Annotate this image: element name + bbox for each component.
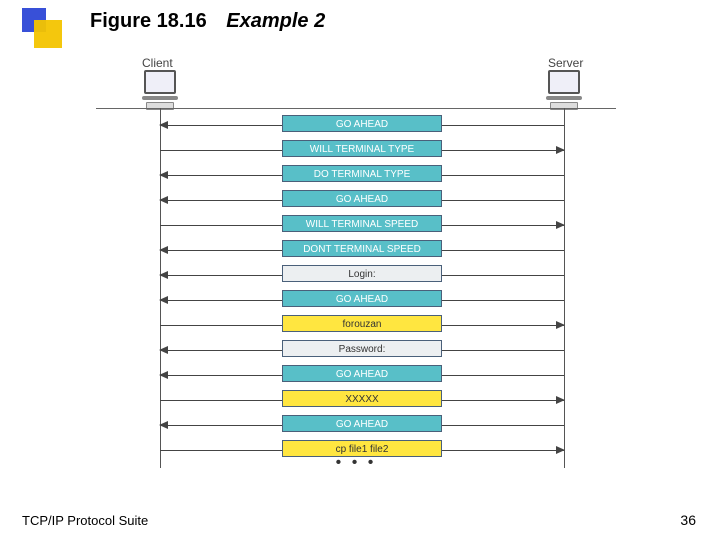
arrow-left-icon [159,371,168,379]
message-row: WILL TERMINAL TYPE [160,139,564,160]
message-row: GO AHEAD [160,189,564,210]
message-box: WILL TERMINAL TYPE [282,140,442,157]
arrow-right-icon [556,396,565,404]
page-number: 36 [680,512,696,528]
arrow-left-icon [159,296,168,304]
message-row: WILL TERMINAL SPEED [160,214,564,235]
top-baseline [96,108,616,109]
message-box: GO AHEAD [282,365,442,382]
message-row: DONT TERMINAL SPEED [160,239,564,260]
arrow-left-icon [159,246,168,254]
server-lifeline [564,108,565,468]
message-row: XXXXX [160,389,564,410]
arrow-left-icon [159,346,168,354]
arrow-left-icon [159,421,168,429]
ellipsis-dots: • • • [96,454,616,472]
arrow-right-icon [556,321,565,329]
message-row: forouzan [160,314,564,335]
message-box: GO AHEAD [282,115,442,132]
arrow-right-icon [556,221,565,229]
server-computer-icon [544,70,584,110]
message-box: GO AHEAD [282,415,442,432]
client-computer-icon [140,70,180,110]
corner-logo [22,8,68,54]
message-row: DO TERMINAL TYPE [160,164,564,185]
server-label: Server [548,56,583,70]
message-box: Password: [282,340,442,357]
message-row: GO AHEAD [160,364,564,385]
message-box: XXXXX [282,390,442,407]
slide: Figure 18.16 Example 2 Client Server GO … [0,0,720,540]
message-box: Login: [282,265,442,282]
arrow-left-icon [159,196,168,204]
message-list: GO AHEAD WILL TERMINAL TYPE DO TERMINAL TY… [160,114,564,464]
message-box: forouzan [282,315,442,332]
message-row: Login: [160,264,564,285]
footer-text: TCP/IP Protocol Suite [22,513,148,528]
figure-title: Figure 18.16 Example 2 [90,10,325,33]
arrow-left-icon [159,271,168,279]
message-row: GO AHEAD [160,114,564,135]
message-box: GO AHEAD [282,290,442,307]
message-row: GO AHEAD [160,289,564,310]
figure-number: Figure 18.16 [90,10,207,32]
arrow-left-icon [159,121,168,129]
message-box: DO TERMINAL TYPE [282,165,442,182]
arrow-right-icon [556,446,565,454]
message-box: DONT TERMINAL SPEED [282,240,442,257]
sequence-diagram: Client Server GO AHEAD WILL TERMINAL TYPE… [96,56,616,476]
client-label: Client [142,56,173,70]
message-box: WILL TERMINAL SPEED [282,215,442,232]
figure-caption: Example 2 [226,10,325,32]
message-row: GO AHEAD [160,414,564,435]
arrow-right-icon [556,146,565,154]
message-row: Password: [160,339,564,360]
message-box: GO AHEAD [282,190,442,207]
arrow-left-icon [159,171,168,179]
